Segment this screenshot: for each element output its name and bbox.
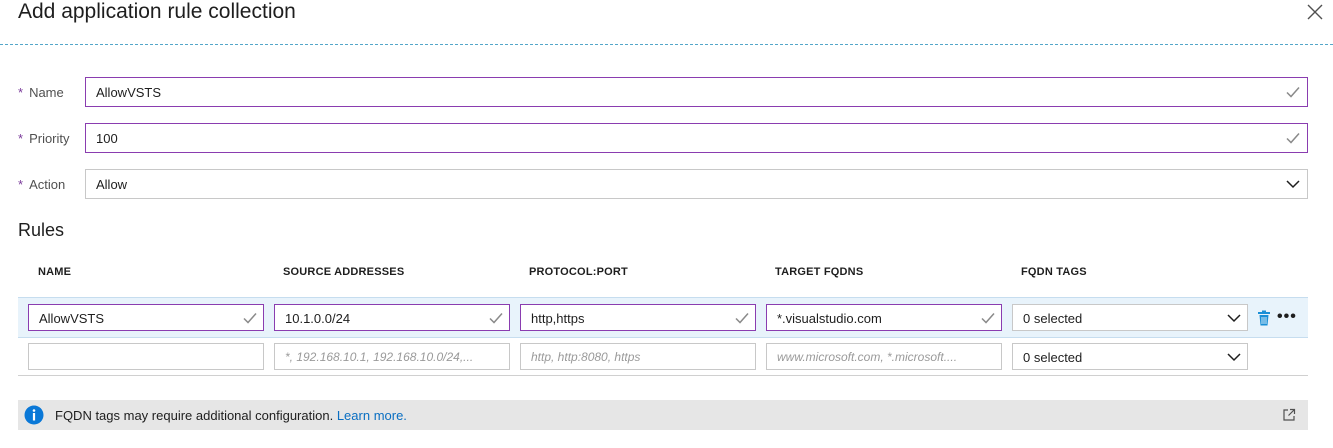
rule-name-input[interactable]: AllowVSTS xyxy=(28,304,264,331)
table-divider xyxy=(18,375,1308,376)
info-bar: FQDN tags may require additional configu… xyxy=(18,400,1308,430)
column-header-protocol: PROTOCOL:PORT xyxy=(529,266,628,278)
new-source-addresses-input[interactable]: *, 192.168.10.1, 192.168.10.0/24,... xyxy=(274,343,510,370)
name-row: * Name AllowVSTS xyxy=(0,77,1333,107)
close-icon[interactable] xyxy=(1305,2,1325,22)
trash-icon[interactable] xyxy=(1256,310,1272,326)
more-options-button[interactable]: ••• xyxy=(1277,308,1297,326)
new-rule-name-input[interactable] xyxy=(28,343,264,370)
blade-title: Add application rule collection xyxy=(18,0,296,23)
action-row: * Action Allow xyxy=(0,169,1333,199)
name-label: * Name xyxy=(18,85,64,100)
priority-value: 100 xyxy=(96,131,118,146)
new-fqdn-tags-dropdown[interactable]: 0 selected xyxy=(1012,343,1248,370)
chevron-down-icon xyxy=(1286,180,1300,189)
blade-header: Add application rule collection xyxy=(0,0,1333,46)
chevron-down-icon xyxy=(1227,353,1241,362)
column-header-target: TARGET FQDNS xyxy=(775,266,864,278)
new-target-fqdns-input[interactable]: www.microsoft.com, *.microsoft.... xyxy=(766,343,1002,370)
checkmark-icon xyxy=(1286,133,1300,144)
action-label: * Action xyxy=(18,177,66,192)
target-fqdns-input[interactable]: *.visualstudio.com xyxy=(766,304,1002,331)
source-addresses-input[interactable]: 10.1.0.0/24 xyxy=(274,304,510,331)
checkmark-icon xyxy=(735,313,749,324)
priority-row: * Priority 100 xyxy=(0,123,1333,153)
fqdn-tags-dropdown[interactable]: 0 selected xyxy=(1012,304,1248,331)
checkmark-icon xyxy=(243,313,257,324)
checkmark-icon xyxy=(1286,87,1300,98)
learn-more-link[interactable]: Learn more. xyxy=(337,408,407,423)
action-value: Allow xyxy=(96,177,128,192)
chevron-down-icon xyxy=(1227,314,1241,323)
action-dropdown[interactable]: Allow xyxy=(85,169,1308,199)
column-header-name: NAME xyxy=(38,266,72,278)
rules-heading: Rules xyxy=(18,220,65,240)
info-icon xyxy=(24,405,44,425)
info-message: FQDN tags may require additional configu… xyxy=(55,408,407,423)
column-header-fqdn-tags: FQDN TAGS xyxy=(1021,266,1087,278)
checkmark-icon xyxy=(489,313,503,324)
name-field[interactable]: AllowVSTS xyxy=(85,77,1308,107)
checkmark-icon xyxy=(981,313,995,324)
header-divider xyxy=(0,44,1333,45)
name-value: AllowVSTS xyxy=(96,85,162,100)
priority-field[interactable]: 100 xyxy=(85,123,1308,153)
priority-label: * Priority xyxy=(18,131,70,146)
column-header-source: SOURCE ADDRESSES xyxy=(283,266,405,278)
protocol-port-input[interactable]: http,https xyxy=(520,304,756,331)
external-link-icon[interactable] xyxy=(1282,408,1296,422)
new-protocol-port-input[interactable]: http, http:8080, https xyxy=(520,343,756,370)
